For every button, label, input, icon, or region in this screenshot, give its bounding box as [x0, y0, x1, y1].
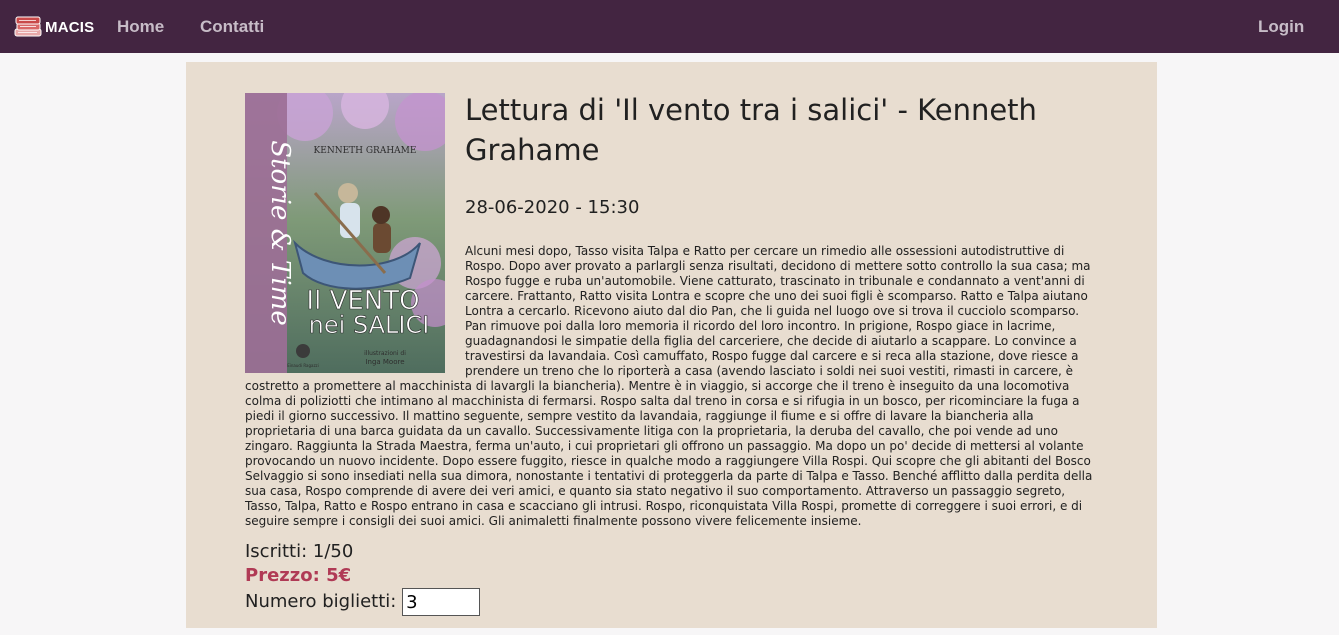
cover-illustrator-line2: Inga Moore [365, 358, 404, 366]
tickets-row: Numero biglietti: [245, 588, 845, 616]
cover-publisher: Einaudi Ragazzi [287, 363, 319, 368]
event-card: Storie & Time KENNETH GRAHAME Il VENTO n… [186, 62, 1157, 628]
top-navbar: MACIS Home Contatti Login [0, 0, 1339, 53]
books-icon [14, 16, 42, 37]
cover-series-text: Storie & Time [265, 140, 295, 325]
nav-home-link[interactable]: Home [117, 17, 164, 37]
event-info: Iscritti: 1/50 Prezzo: 5€ Numero bigliet… [245, 540, 845, 616]
brand-name: MACIS [45, 18, 95, 36]
login-link[interactable]: Login [1258, 17, 1304, 37]
cover-author-line: KENNETH GRAHAME [314, 146, 417, 156]
tickets-quantity-input[interactable] [402, 588, 481, 616]
enrolled-row: Iscritti: 1/50 [245, 540, 845, 564]
enrolled-value: 1/50 [312, 541, 354, 562]
cover-illustrator-line1: illustrazioni di [364, 350, 406, 357]
price-label: Prezzo: [245, 565, 320, 586]
price-value: 5€ [326, 565, 352, 586]
cover-title-line2: nei SALICI [309, 311, 430, 339]
nav-contatti-link[interactable]: Contatti [200, 17, 264, 37]
enrolled-label: Iscritti: [245, 541, 308, 562]
book-cover-image: Storie & Time KENNETH GRAHAME Il VENTO n… [245, 93, 445, 373]
brand-logo[interactable]: MACIS [14, 15, 94, 39]
price-row: Prezzo: 5€ [245, 564, 845, 588]
tickets-label: Numero biglietti: [245, 591, 397, 612]
